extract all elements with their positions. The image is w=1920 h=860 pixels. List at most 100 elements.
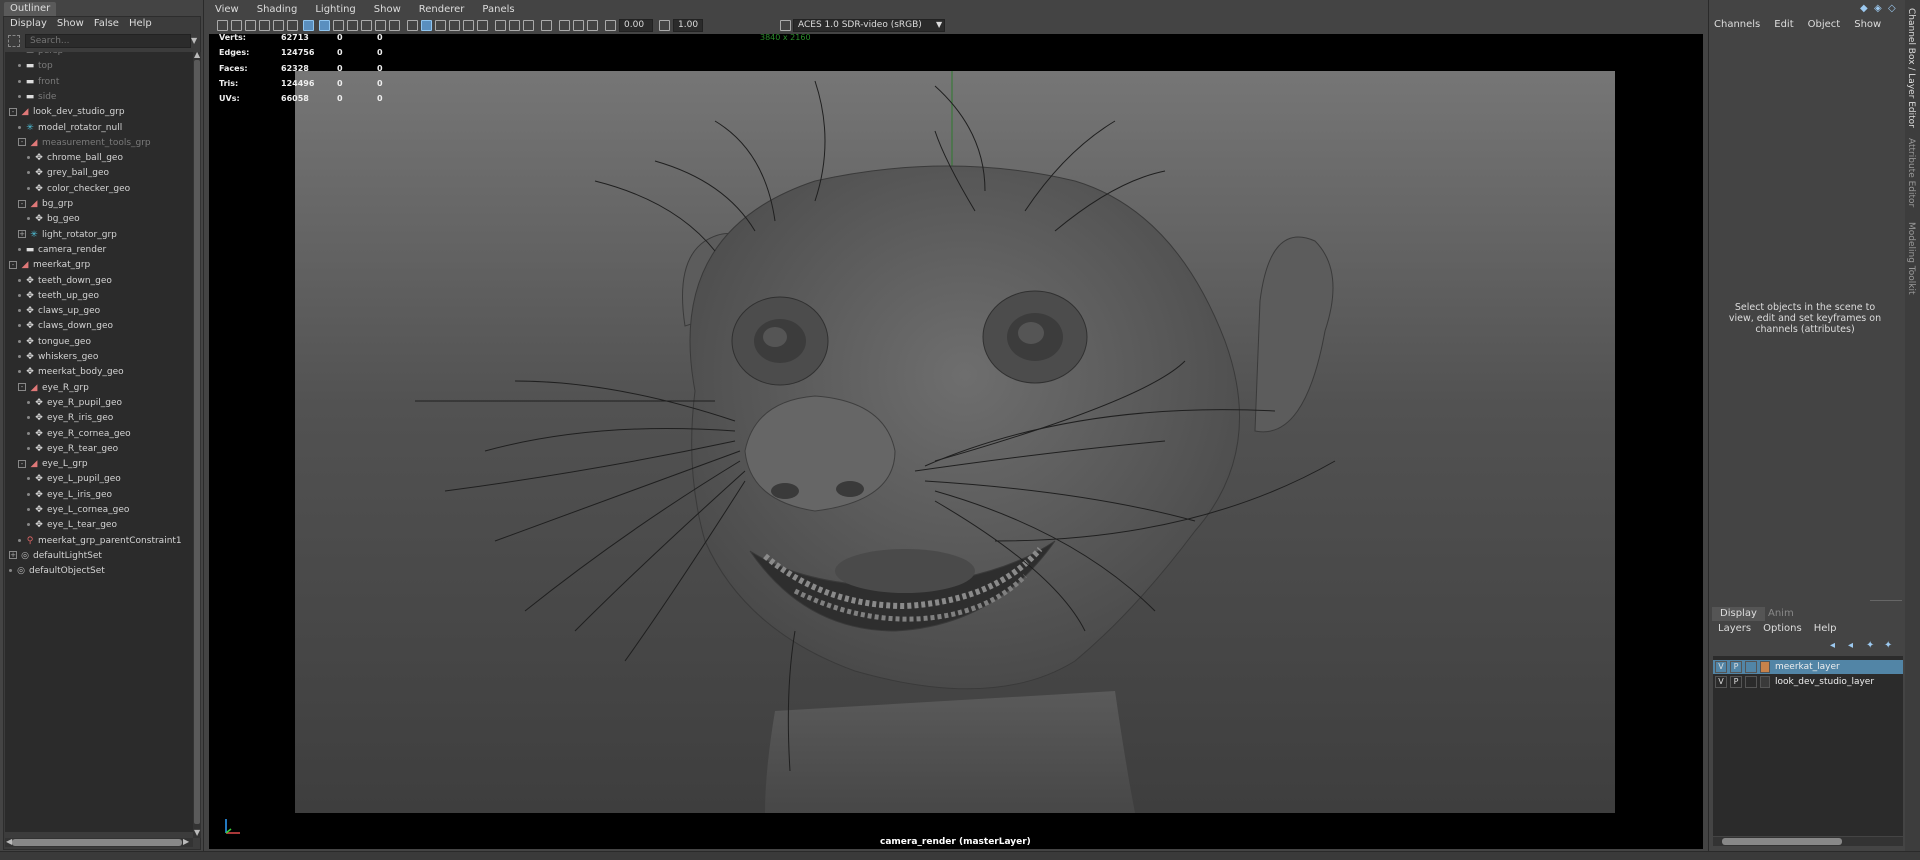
outliner-item[interactable]: ▬ camera_render bbox=[18, 243, 106, 258]
outliner-item[interactable]: ✥ eye_L_iris_geo bbox=[27, 488, 112, 503]
layer-playback-toggle[interactable]: P bbox=[1730, 676, 1742, 688]
xray-icon[interactable] bbox=[559, 20, 570, 31]
safe-action-icon[interactable] bbox=[375, 20, 386, 31]
resolution-gate-icon[interactable] bbox=[333, 20, 344, 31]
collapse-toggle-icon[interactable]: - bbox=[9, 260, 17, 269]
outliner-horizontal-scroll-thumb[interactable] bbox=[12, 839, 182, 846]
use-all-lights-icon[interactable] bbox=[477, 20, 488, 31]
viewport-menu-panels[interactable]: Panels bbox=[482, 2, 514, 18]
viewport-menu-shading[interactable]: Shading bbox=[257, 2, 298, 18]
layer-color-swatch[interactable] bbox=[1760, 661, 1770, 673]
filter-icon[interactable] bbox=[8, 35, 20, 47]
grid-toggle-icon[interactable] bbox=[303, 20, 314, 31]
scroll-right-arrow-icon[interactable]: ▶ bbox=[183, 837, 189, 846]
outliner-item[interactable]: ▬ front bbox=[18, 75, 59, 90]
layer-menu-layers[interactable]: Layers bbox=[1718, 623, 1751, 634]
outliner-menu-show[interactable]: Show bbox=[57, 16, 84, 31]
panel-splitter[interactable] bbox=[1870, 600, 1902, 601]
settings-icon[interactable]: ◇ bbox=[1888, 3, 1896, 14]
gate-mask-icon[interactable] bbox=[347, 20, 358, 31]
outliner-item[interactable]: ✥ whiskers_geo bbox=[18, 350, 98, 365]
wireframe-on-shaded-icon[interactable] bbox=[449, 20, 460, 31]
move-layer-up-icon[interactable]: ◂ bbox=[1830, 640, 1835, 651]
outliner-item[interactable]: ✥ eye_R_pupil_geo bbox=[27, 396, 122, 411]
collapse-toggle-icon[interactable]: - bbox=[18, 138, 26, 147]
outliner-item[interactable]: - ◢ meerkat_grp bbox=[9, 258, 90, 273]
outliner-vertical-scroll-thumb[interactable] bbox=[194, 60, 200, 824]
outliner-item[interactable]: ✳ model_rotator_null bbox=[18, 121, 122, 136]
collapse-toggle-icon[interactable]: - bbox=[18, 199, 26, 208]
outliner-item[interactable]: ✥ claws_down_geo bbox=[18, 319, 113, 334]
outliner-menu-display[interactable]: Display bbox=[10, 16, 47, 31]
viewport[interactable]: 3840 x 2160 bbox=[209, 34, 1703, 849]
ambient-occlusion-icon[interactable] bbox=[509, 20, 520, 31]
color-management-icon[interactable] bbox=[780, 20, 791, 31]
bookmark-icon[interactable] bbox=[245, 20, 256, 31]
outliner-item[interactable]: ✥ meerkat_body_geo bbox=[18, 365, 124, 380]
outliner-item[interactable]: ✥ color_checker_geo bbox=[27, 182, 130, 197]
color-space-dropdown-arrow-icon[interactable]: ▼ bbox=[936, 20, 942, 29]
2d-pan-zoom-icon[interactable] bbox=[273, 20, 284, 31]
outliner-item[interactable]: ✥ teeth_down_geo bbox=[18, 274, 112, 289]
outliner-item[interactable]: ✥ eye_L_cornea_geo bbox=[27, 503, 129, 518]
outliner-item[interactable]: + ◎ defaultLightSet bbox=[9, 549, 102, 564]
viewport-menu-renderer[interactable]: Renderer bbox=[419, 2, 465, 18]
scroll-up-arrow-icon[interactable]: ▲ bbox=[194, 50, 200, 59]
outliner-item[interactable]: - ◢ measurement_tools_grp bbox=[18, 136, 151, 151]
channel-box-menu-object[interactable]: Object bbox=[1808, 19, 1841, 30]
outliner-menu-false[interactable]: False bbox=[94, 16, 119, 31]
outliner-item[interactable]: ✥ eye_L_pupil_geo bbox=[27, 472, 121, 487]
layer-playback-toggle[interactable]: P bbox=[1730, 661, 1742, 673]
outliner-item[interactable]: - ◢ eye_L_grp bbox=[18, 457, 88, 472]
xray-joints-icon[interactable] bbox=[573, 20, 584, 31]
isolate-select-icon[interactable] bbox=[541, 20, 552, 31]
camera-attributes-icon[interactable] bbox=[231, 20, 242, 31]
viewport-menu-show[interactable]: Show bbox=[374, 2, 401, 18]
viewport-menu-view[interactable]: View bbox=[215, 2, 239, 18]
outliner-item[interactable]: ✥ grey_ball_geo bbox=[27, 166, 109, 181]
layer-color-swatch[interactable] bbox=[1760, 676, 1770, 688]
channel-box-menu-show[interactable]: Show bbox=[1854, 19, 1881, 30]
gamma-icon[interactable] bbox=[659, 20, 670, 31]
tab-anim[interactable]: Anim bbox=[1760, 607, 1802, 621]
collapse-toggle-icon[interactable]: - bbox=[18, 383, 26, 392]
exposure-icon[interactable] bbox=[605, 20, 616, 31]
layer-menu-options[interactable]: Options bbox=[1763, 623, 1802, 634]
outliner-item[interactable]: ◎ defaultObjectSet bbox=[9, 564, 105, 579]
outliner-item[interactable]: - ◢ look_dev_studio_grp bbox=[9, 105, 125, 120]
outliner-tree[interactable]: ▬persp▬top▬front▬side-◢look_dev_studio_g… bbox=[5, 52, 193, 832]
exposure-field[interactable]: 0.00 bbox=[619, 19, 653, 32]
grease-pencil-icon[interactable] bbox=[287, 20, 298, 31]
shadows-icon[interactable] bbox=[495, 20, 506, 31]
viewport-menu-lighting[interactable]: Lighting bbox=[315, 2, 355, 18]
default-material-icon[interactable] bbox=[435, 20, 446, 31]
scroll-left-arrow-icon[interactable]: ◀ bbox=[6, 837, 12, 846]
outliner-item[interactable]: ✥ tongue_geo bbox=[18, 335, 91, 350]
outliner-item[interactable]: - ◢ eye_R_grp bbox=[18, 381, 89, 396]
side-tab-modeling-toolkit[interactable]: Modeling Toolkit bbox=[1906, 222, 1916, 295]
layer-visibility-toggle[interactable]: V bbox=[1715, 661, 1727, 673]
channel-box-menu-channels[interactable]: Channels bbox=[1714, 19, 1760, 30]
new-empty-layer-icon[interactable]: ✦ bbox=[1866, 640, 1874, 651]
outliner-item[interactable]: ✥ teeth_up_geo bbox=[18, 289, 99, 304]
outliner-item[interactable]: + ✳ light_rotator_grp bbox=[18, 228, 117, 243]
move-layer-down-icon[interactable]: ◂ bbox=[1848, 640, 1853, 651]
outliner-item[interactable]: ✥ eye_L_tear_geo bbox=[27, 518, 117, 533]
motion-blur-icon[interactable] bbox=[523, 20, 534, 31]
gamma-field[interactable]: 1.00 bbox=[673, 19, 703, 32]
layer-horizontal-scroll-thumb[interactable] bbox=[1722, 838, 1842, 845]
outliner-item[interactable]: ✥ eye_R_cornea_geo bbox=[27, 427, 131, 442]
safe-title-icon[interactable] bbox=[389, 20, 400, 31]
pin-icon[interactable]: ◆ bbox=[1860, 3, 1868, 14]
collapse-toggle-icon[interactable]: - bbox=[9, 107, 17, 116]
collapse-toggle-icon[interactable]: - bbox=[18, 459, 26, 468]
wireframe-icon[interactable] bbox=[407, 20, 418, 31]
film-gate-icon[interactable] bbox=[319, 20, 330, 31]
layer-menu-help[interactable]: Help bbox=[1814, 623, 1837, 634]
outliner-item[interactable]: ✥ chrome_ball_geo bbox=[27, 151, 123, 166]
outliner-item[interactable]: ▬ top bbox=[18, 59, 53, 74]
textured-icon[interactable] bbox=[463, 20, 474, 31]
outliner-item[interactable]: ✥ bg_geo bbox=[27, 212, 80, 227]
outliner-item[interactable]: ✥ eye_R_iris_geo bbox=[27, 411, 113, 426]
expand-toggle-icon[interactable]: + bbox=[9, 551, 17, 560]
